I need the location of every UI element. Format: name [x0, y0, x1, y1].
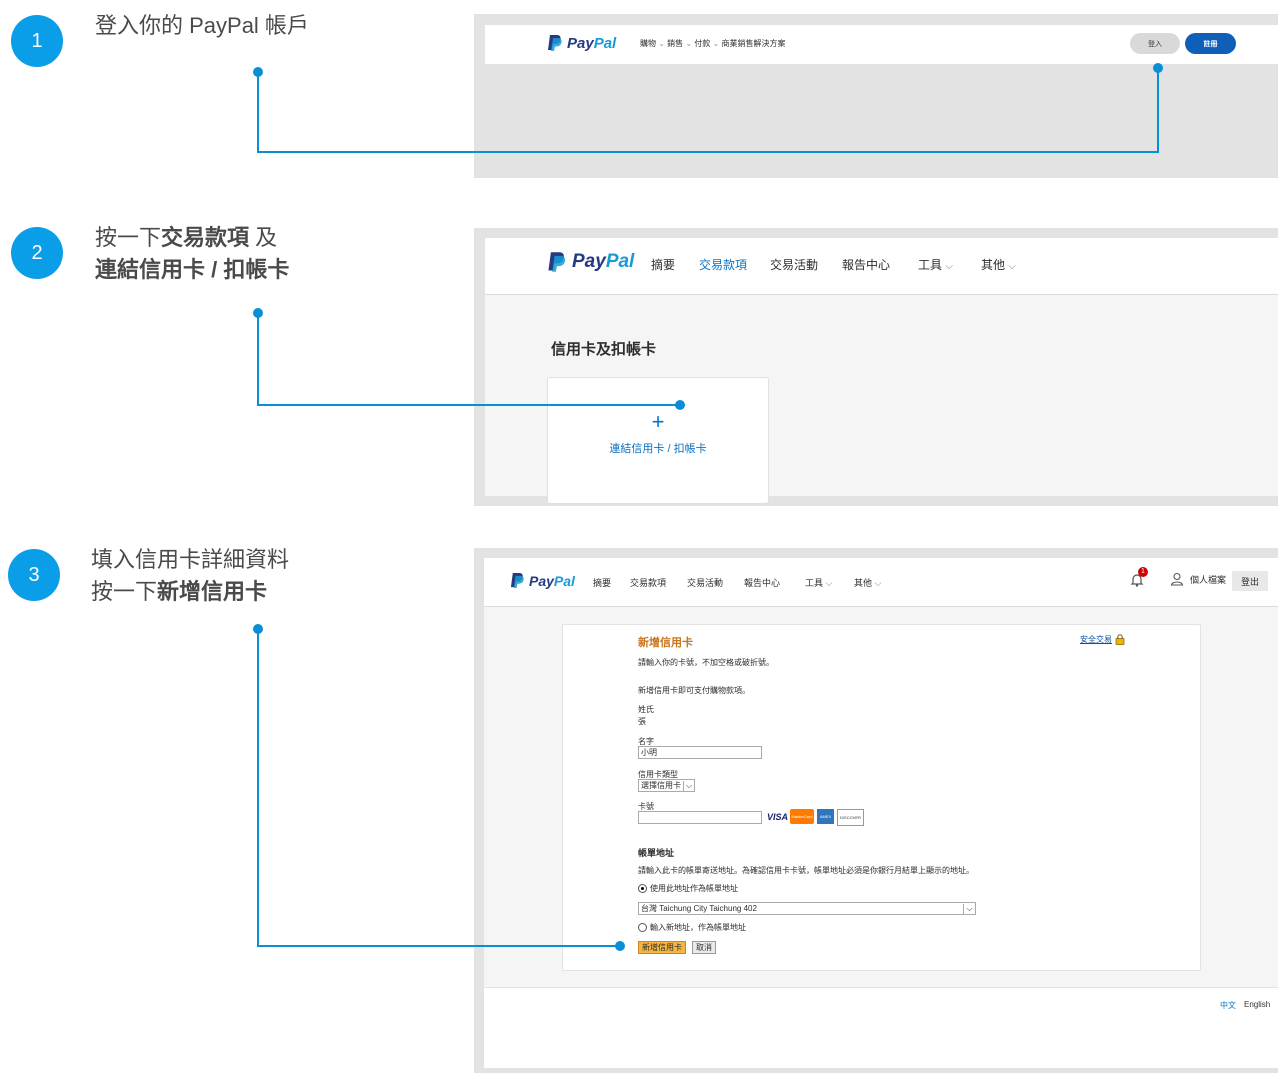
billing-instruction: 請輸入此卡的帳單寄送地址。為確認信用卡卡號，帳單地址必須是你銀行月結單上顯示的地…: [638, 866, 974, 875]
first-name-input[interactable]: 小明: [638, 746, 762, 759]
page-footer: 中文 English: [484, 988, 1278, 1068]
radio-selected-icon: [638, 884, 647, 893]
paypal-p-icon: [510, 573, 524, 588]
card-number-input[interactable]: [638, 811, 762, 824]
paypal-header: Pay Pal 摘要 交易款項 交易活動 報告中心 工具 ⌵ 其他 ⌵: [485, 238, 1278, 295]
paypal-logo[interactable]: Pay Pal: [547, 251, 634, 273]
step-3-bold: 新增信用卡: [157, 579, 268, 604]
billing-title: 帳單地址: [638, 848, 675, 858]
chevron-down-icon: ⌵: [825, 578, 833, 588]
nav-item-business[interactable]: 商業銷售解決方案: [721, 39, 785, 48]
step-2-text: 按一下交易款項 及 連結信用卡 / 扣帳卡: [95, 222, 289, 286]
paypal-p-icon: [548, 252, 566, 272]
step-2-prefix: 按一下: [95, 225, 162, 250]
radio-icon: [638, 923, 647, 932]
step-2-suffix: 及: [249, 225, 278, 250]
chevron-down-icon: ⌵: [1008, 261, 1016, 272]
discover-icon: DISCOVER: [837, 809, 864, 826]
plus-icon: +: [651, 409, 665, 434]
step-2-bold-2: 連結信用卡 / 扣帳卡: [95, 257, 290, 282]
mastercard-icon: MasterCard: [790, 809, 814, 824]
connector-dot: [253, 67, 263, 77]
lang-en-link[interactable]: English: [1244, 1000, 1270, 1009]
paypal-header: Pay Pal 購物 ⌄ 銷售 ⌄ 付款 ⌄ 商業銷售解決方案 登入 註冊: [485, 25, 1278, 64]
profile-link[interactable]: 個人檔案: [1170, 572, 1226, 586]
step-2-bold-1: 交易款項: [161, 225, 250, 250]
nav-activity[interactable]: 交易活動: [687, 576, 723, 589]
paypal-p-icon: [548, 35, 562, 51]
new-address-option[interactable]: 輸入新地址，作為帳單地址: [638, 922, 746, 933]
step-3-line-1: 填入信用卡詳細資料: [91, 547, 290, 572]
visa-icon: VISA: [767, 812, 789, 822]
nav-more[interactable]: 其他 ⌵: [981, 256, 1016, 273]
chevron-down-icon: ⌵: [874, 578, 882, 588]
chevron-down-icon: ⌵: [683, 780, 694, 791]
login-button[interactable]: 登入: [1130, 33, 1180, 54]
step-3-screenshot: Pay Pal 摘要 交易款項 交易活動 報告中心 工具 ⌵ 其他 ⌵ 1 個人檔…: [474, 548, 1278, 1073]
card-type-select[interactable]: 選擇信用卡 ⌵: [638, 779, 695, 792]
nav-summary[interactable]: 摘要: [593, 576, 611, 589]
connector-dot: [253, 624, 263, 634]
secure-link[interactable]: 安全交易: [1080, 634, 1125, 645]
user-icon: [1170, 572, 1184, 586]
step-3-text: 填入信用卡詳細資料 按一下新增信用卡: [91, 544, 289, 608]
section-title: 信用卡及扣帳卡: [551, 341, 657, 358]
nav-tools[interactable]: 工具 ⌵: [918, 256, 953, 273]
signup-button[interactable]: 註冊: [1185, 33, 1236, 54]
notification-badge: 1: [1138, 567, 1148, 577]
nav-item-shop[interactable]: 購物: [640, 39, 656, 48]
use-address-option[interactable]: 使用此地址作為帳單地址: [638, 883, 738, 894]
paypal-logo[interactable]: Pay Pal: [510, 572, 575, 589]
step-2-screenshot: Pay Pal 摘要 交易款項 交易活動 報告中心 工具 ⌵ 其他 ⌵ 信用卡及扣…: [474, 228, 1278, 506]
content-area: 信用卡及扣帳卡 + 連結信用卡 / 扣帳卡: [485, 295, 1278, 504]
step-3-prefix: 按一下: [91, 579, 158, 604]
nav-summary[interactable]: 摘要: [651, 256, 675, 273]
paypal-header: Pay Pal 摘要 交易款項 交易活動 報告中心 工具 ⌵ 其他 ⌵ 1 個人檔…: [484, 558, 1278, 607]
cancel-button[interactable]: 取消: [692, 941, 716, 954]
nav-more[interactable]: 其他 ⌵: [854, 576, 881, 589]
nav-activity[interactable]: 交易活動: [770, 256, 818, 273]
last-name-label: 姓氏: [638, 705, 654, 714]
logout-button[interactable]: 登出: [1232, 571, 1268, 591]
nav-reports[interactable]: 報告中心: [744, 576, 780, 589]
form-instruction: 請輸入你的卡號，不加空格或破折號。: [638, 658, 774, 667]
form-title: 新增信用卡: [638, 637, 693, 649]
add-card-form: 新增信用卡 安全交易 請輸入你的卡號，不加空格或破折號。 新增信用卡即可支付購物…: [562, 624, 1201, 971]
lang-zh-link[interactable]: 中文: [1220, 1000, 1236, 1011]
link-card-label[interactable]: 連結信用卡 / 扣帳卡: [548, 440, 768, 456]
nav-tools[interactable]: 工具 ⌵: [805, 576, 832, 589]
nav-item-pay[interactable]: 付款: [694, 39, 710, 48]
link-card-tile[interactable]: + 連結信用卡 / 扣帳卡: [547, 377, 769, 504]
step-1-number: 1: [11, 15, 63, 67]
add-card-submit-button[interactable]: 新增信用卡: [638, 941, 686, 954]
chevron-down-icon: ⌵: [963, 903, 975, 914]
bell-icon[interactable]: 1: [1129, 567, 1148, 588]
amex-icon: AMEX: [817, 809, 834, 824]
lock-icon: [1115, 634, 1125, 645]
paypal-logo[interactable]: Pay Pal: [547, 34, 616, 52]
chevron-down-icon: ⌵: [945, 261, 953, 272]
nav-payments[interactable]: 交易款項: [699, 256, 747, 273]
step-2-number: 2: [11, 227, 63, 279]
form-note: 新增信用卡即可支付購物款項。: [638, 686, 750, 695]
last-name-value: 張: [638, 717, 646, 726]
nav-item-sell[interactable]: 銷售: [667, 39, 683, 48]
step-3-number: 3: [8, 549, 60, 601]
connector-dot: [253, 308, 263, 318]
nav-reports[interactable]: 報告中心: [842, 256, 890, 273]
nav-payments[interactable]: 交易款項: [630, 576, 666, 589]
top-nav: 購物 ⌄ 銷售 ⌄ 付款 ⌄ 商業銷售解決方案: [640, 39, 786, 48]
address-select[interactable]: 台灣 Taichung City Taichung 402 ⌵: [638, 902, 976, 915]
step-1-screenshot: Pay Pal 購物 ⌄ 銷售 ⌄ 付款 ⌄ 商業銷售解決方案 登入 註冊: [474, 14, 1278, 178]
step-1-text: 登入你的 PayPal 帳戶: [95, 13, 309, 38]
